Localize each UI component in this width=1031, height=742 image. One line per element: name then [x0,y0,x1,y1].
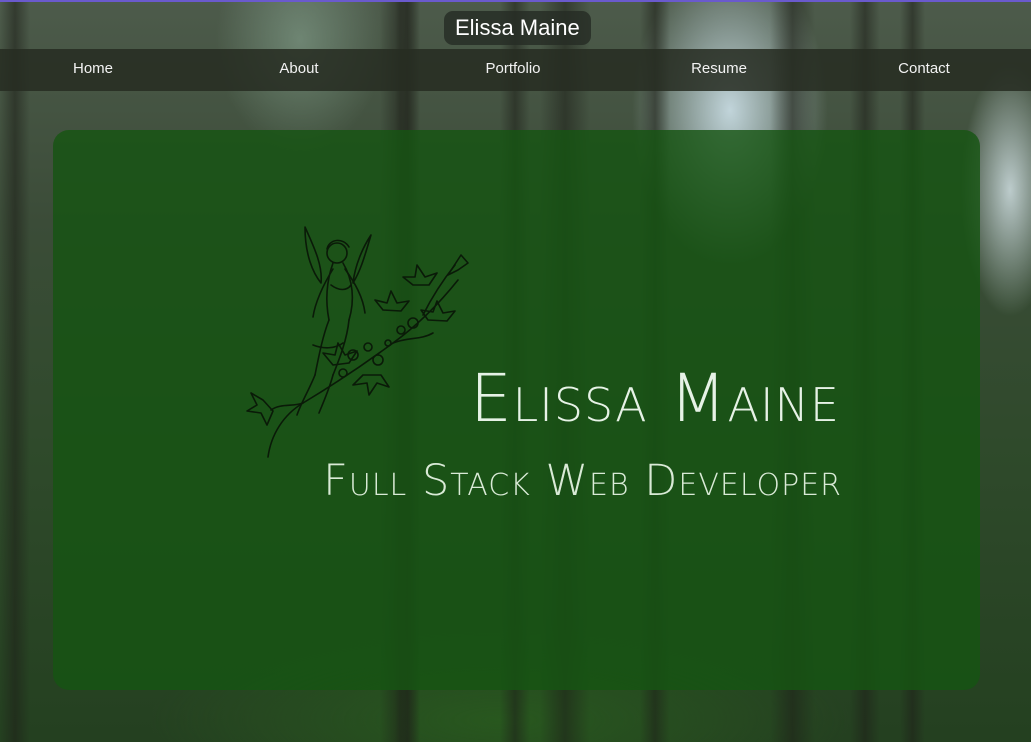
nav-contact[interactable]: Contact [898,49,950,89]
nav-resume[interactable]: Resume [691,49,747,89]
site-title[interactable]: Elissa Maine [444,11,591,45]
hero-card: Elissa Maine Full Stack Web Developer [53,130,980,690]
nav-home[interactable]: Home [73,49,113,89]
nav-about[interactable]: About [279,49,318,89]
hero-name: Elissa Maine [469,360,840,437]
nav-portfolio[interactable]: Portfolio [485,49,540,89]
main-nav: Home About Portfolio Resume Contact [0,49,1031,91]
fairy-illustration [246,226,469,458]
hero-subtitle: Full Stack Web Developer [323,456,842,506]
